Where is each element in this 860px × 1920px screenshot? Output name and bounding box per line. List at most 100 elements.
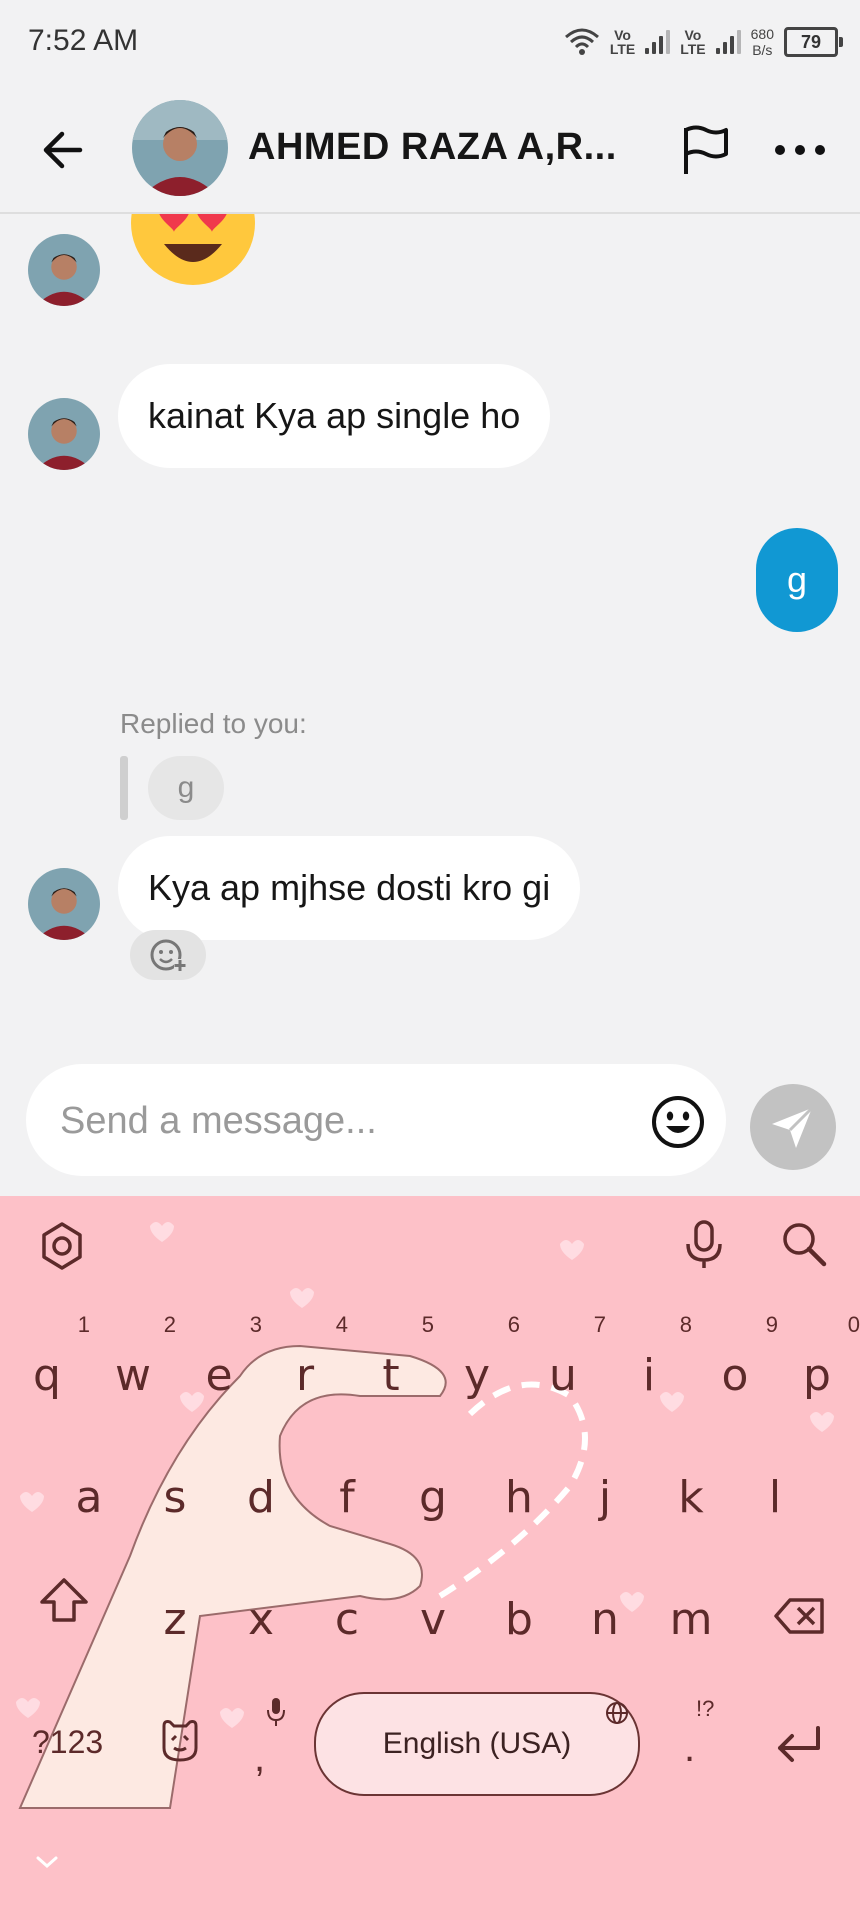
settings-icon[interactable] <box>34 1218 90 1274</box>
heart-eyes-emoji-icon <box>131 214 255 285</box>
key-t[interactable]: 5t <box>348 1312 434 1426</box>
net-speed-unit: B/s <box>752 42 773 58</box>
sender-avatar[interactable] <box>28 868 100 940</box>
key-x[interactable]: x <box>218 1570 304 1670</box>
contact-name[interactable]: AHMED RAZA A,R... <box>248 126 638 169</box>
incoming-message-bubble[interactable]: kainat Kya ap single ho <box>118 364 551 468</box>
shift-icon[interactable] <box>36 1572 92 1628</box>
chat-header: AHMED RAZA A,R... <box>0 86 860 214</box>
volte-badge-1: Vo LTE <box>609 27 636 57</box>
key-label: a <box>75 1472 103 1523</box>
message-input[interactable] <box>58 1090 622 1152</box>
key-label: i <box>642 1350 656 1401</box>
key-label: l <box>768 1472 782 1523</box>
report-flag-icon[interactable] <box>676 122 732 178</box>
key-u[interactable]: 7u <box>520 1312 606 1426</box>
key-label: k <box>678 1472 704 1523</box>
emoji-picker-icon[interactable] <box>650 1094 706 1150</box>
microphone-icon[interactable] <box>676 1216 732 1272</box>
hide-keyboard-chevron-icon[interactable] <box>32 1850 62 1874</box>
key-label: f <box>339 1472 355 1523</box>
key-a[interactable]: a <box>46 1448 132 1548</box>
quoted-message[interactable]: g <box>148 756 224 820</box>
send-arrow-icon <box>772 1106 814 1148</box>
key-e[interactable]: 3e <box>176 1312 262 1426</box>
period-key-hint: !? <box>696 1696 715 1721</box>
key-label: w <box>115 1350 151 1401</box>
key-i[interactable]: 8i <box>606 1312 692 1426</box>
key-label: b <box>505 1594 533 1645</box>
enter-icon[interactable] <box>770 1718 826 1774</box>
key-label: g <box>419 1472 447 1523</box>
send-button[interactable] <box>750 1084 836 1170</box>
keyboard-theme-background <box>16 1222 834 1809</box>
key-z[interactable]: z <box>132 1570 218 1670</box>
key-f[interactable]: f <box>304 1448 390 1548</box>
space-bar-label: English (USA) <box>382 1727 572 1760</box>
emoji-key-icon[interactable] <box>152 1712 208 1768</box>
key-k[interactable]: k <box>648 1448 734 1548</box>
key-w[interactable]: 2w <box>90 1312 176 1426</box>
key-label: v <box>419 1594 447 1645</box>
key-label: o <box>721 1350 749 1401</box>
symbols-key[interactable]: ?123 <box>32 1724 103 1761</box>
emoji-message[interactable] <box>128 214 258 290</box>
comma-key[interactable]: , <box>254 1736 265 1781</box>
key-r[interactable]: 4r <box>262 1312 348 1426</box>
key-y[interactable]: 6y <box>434 1312 520 1426</box>
key-hint: 0 <box>847 1312 860 1337</box>
key-n[interactable]: n <box>562 1570 648 1670</box>
key-j[interactable]: j <box>562 1448 648 1548</box>
key-d[interactable]: d <box>218 1448 304 1548</box>
keyboard: 1q 2w 3e 4r 5t 6y 7u 8i 9o 0p a s d f g … <box>0 1196 860 1920</box>
key-l[interactable]: l <box>732 1448 818 1548</box>
battery-icon: 79 <box>784 27 843 57</box>
key-b[interactable]: b <box>476 1570 562 1670</box>
key-hint: 8 <box>679 1312 692 1337</box>
key-q[interactable]: 1q <box>4 1312 90 1426</box>
key-v[interactable]: v <box>390 1570 476 1670</box>
search-icon[interactable] <box>776 1216 832 1272</box>
key-g[interactable]: g <box>390 1448 476 1548</box>
key-hint: 1 <box>77 1312 90 1337</box>
status-bar: 7:52 AM Vo LTE Vo LTE 680 B/s 79 <box>0 0 860 86</box>
space-bar[interactable]: English (USA) <box>314 1692 640 1796</box>
more-options-icon[interactable] <box>770 126 830 174</box>
key-hint: 6 <box>507 1312 520 1337</box>
key-label: r <box>295 1350 315 1401</box>
key-p[interactable]: 0p <box>774 1312 860 1426</box>
key-hint: 5 <box>421 1312 434 1337</box>
key-hint: 3 <box>249 1312 262 1337</box>
outgoing-message-bubble[interactable]: g <box>756 528 838 632</box>
add-reaction-button[interactable] <box>130 930 206 980</box>
key-m[interactable]: m <box>648 1570 734 1670</box>
key-c[interactable]: c <box>304 1570 390 1670</box>
sender-avatar[interactable] <box>28 234 100 306</box>
key-hint: 9 <box>765 1312 778 1337</box>
net-speed-value: 680 <box>750 26 774 42</box>
key-label: s <box>163 1472 187 1523</box>
key-o[interactable]: 9o <box>692 1312 778 1426</box>
period-key[interactable]: . <box>684 1726 695 1771</box>
contact-avatar[interactable] <box>132 100 228 196</box>
signal-icon-2 <box>715 30 741 54</box>
key-s[interactable]: s <box>132 1448 218 1548</box>
sender-avatar[interactable] <box>28 398 100 470</box>
key-label: t <box>382 1350 400 1401</box>
status-icons: Vo LTE Vo LTE 680 B/s 79 <box>564 22 843 62</box>
net-speed: 680 B/s <box>751 26 774 58</box>
key-label: c <box>334 1594 360 1645</box>
voice-hint-icon <box>267 1698 285 1726</box>
wifi-icon <box>564 28 599 55</box>
key-label: u <box>549 1350 577 1401</box>
key-label: n <box>591 1594 619 1645</box>
key-label: y <box>463 1350 491 1401</box>
key-h[interactable]: h <box>476 1448 562 1548</box>
backspace-icon[interactable] <box>772 1592 828 1648</box>
signal-icon-1 <box>645 30 671 54</box>
back-arrow-icon[interactable] <box>36 122 92 178</box>
incoming-message-bubble[interactable]: Kya ap mjhse dosti kro gi <box>118 836 581 940</box>
key-label: q <box>33 1350 61 1401</box>
key-label: z <box>163 1594 187 1645</box>
key-label: e <box>205 1350 233 1401</box>
